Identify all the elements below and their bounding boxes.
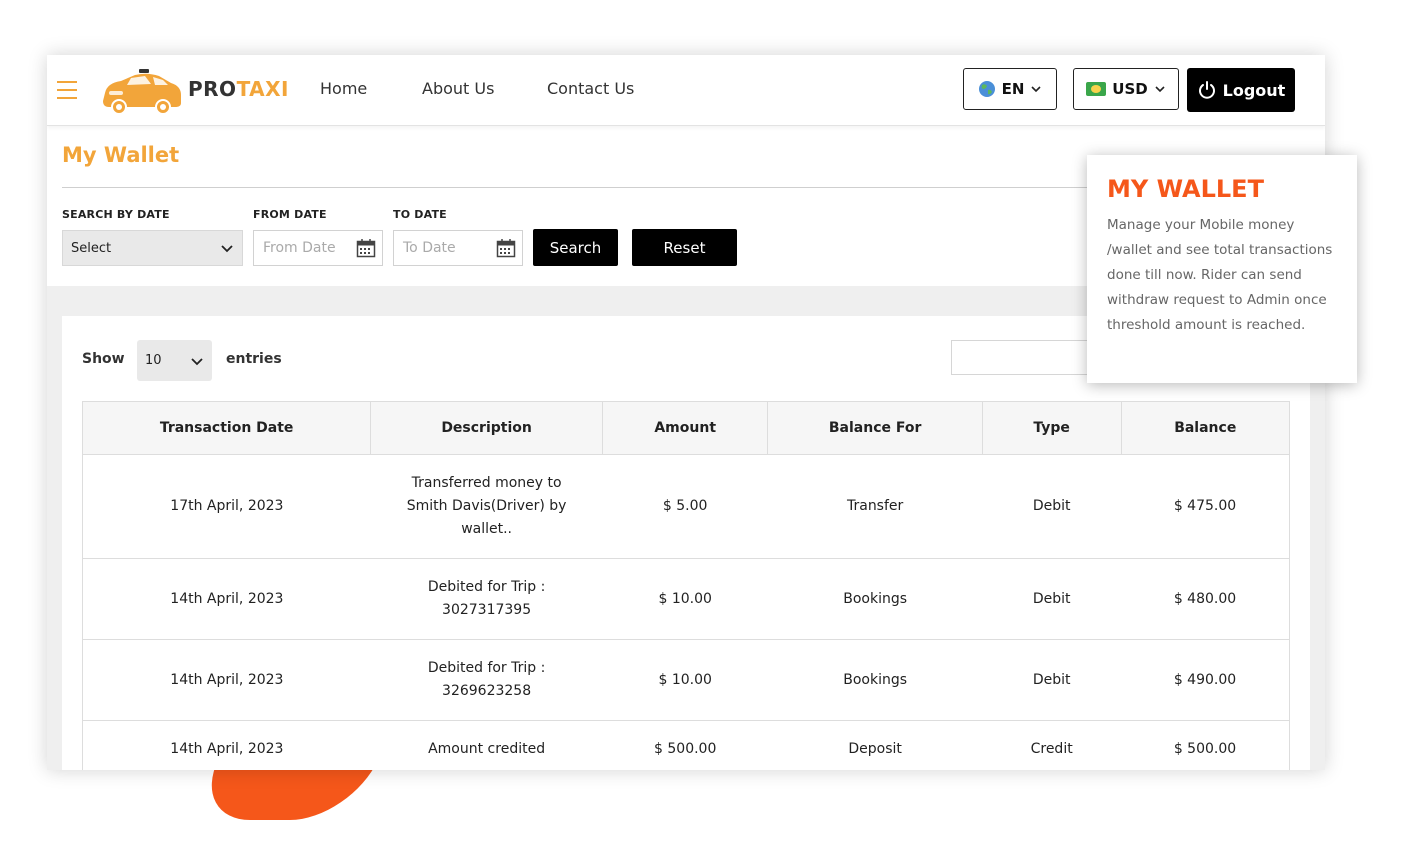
table-row: 14th April, 2023 Amount credited $ 500.0… [81,720,1290,770]
col-description[interactable]: Description [370,401,603,455]
entries-value: 10 [145,353,162,368]
to-date-label: TO DATE [393,208,447,221]
search-by-date-value: Select [71,240,112,256]
cell-balance-for: Bookings [767,558,983,640]
brand-part-1: PRO [188,77,237,101]
cell-date: 14th April, 2023 [81,558,371,640]
nav-home[interactable]: Home [320,79,367,98]
brand-part-2: TAXI [236,77,289,101]
cell-description: Transferred money to Smith Davis(Driver)… [370,454,603,559]
cell-balance: $ 475.00 [1121,454,1290,559]
table-header-row: Transaction Date Description Amount Bala… [81,401,1290,455]
cell-balance-for: Transfer [767,454,983,559]
search-by-date-select[interactable]: Select [62,230,243,266]
search-by-date-label: SEARCH BY DATE [62,208,170,221]
currency-value: USD [1112,80,1148,98]
calendar-icon[interactable] [496,238,516,258]
cell-description: Debited for Trip : 3027317395 [370,558,603,640]
calendar-icon[interactable] [356,238,376,258]
col-amount[interactable]: Amount [601,401,769,455]
nav-about-us[interactable]: About Us [422,79,494,98]
reset-button[interactable]: Reset [632,229,737,266]
cell-amount: $ 500.00 [602,720,768,770]
currency-dropdown[interactable]: USD [1073,68,1179,110]
top-navbar: PROTAXI Home About Us Contact Us EN USD [47,55,1325,126]
cell-date: 14th April, 2023 [81,720,371,770]
logout-label: Logout [1222,80,1286,100]
show-label: Show [82,351,125,367]
logout-button[interactable]: Logout [1187,68,1295,112]
language-value: EN [1001,80,1025,98]
power-icon [1198,81,1215,99]
language-dropdown[interactable]: EN [963,68,1057,110]
transactions-panel: Show 10 entries Transaction Date Descrip… [62,316,1310,770]
taxi-logo [103,69,181,115]
col-balance-for[interactable]: Balance For [767,401,983,455]
cell-type: Debit [982,454,1121,559]
chevron-down-icon [221,245,233,253]
chevron-down-icon [191,357,203,365]
cell-date: 14th April, 2023 [81,639,371,721]
cell-date: 17th April, 2023 [81,454,371,559]
cell-amount: $ 10.00 [602,639,768,721]
globe-icon [978,81,995,97]
to-date-placeholder: To Date [403,240,456,256]
callout-text: Manage your Mobile money /wallet and see… [1107,217,1333,333]
table-row: 17th April, 2023 Transferred money to Sm… [81,454,1290,559]
entries-per-page-select[interactable]: 10 [137,340,212,381]
cell-description: Amount credited [370,720,603,770]
cell-amount: $ 5.00 [602,454,768,559]
cell-type: Debit [982,558,1121,640]
chevron-down-icon [1155,86,1165,93]
chevron-down-icon [1031,86,1041,93]
table-row: 14th April, 2023 Debited for Trip : 3269… [81,639,1290,721]
entries-label: entries [226,351,282,367]
search-button[interactable]: Search [533,229,618,266]
col-type[interactable]: Type [981,401,1122,455]
feature-callout: MY WALLET Manage your Mobile money /wall… [1087,155,1357,383]
cell-type: Credit [982,720,1121,770]
transactions-table: Transaction Date Description Amount Bala… [81,401,1290,770]
table-row: 14th April, 2023 Debited for Trip : 3027… [81,558,1290,640]
callout-title: MY WALLET [1107,175,1264,203]
cell-description: Debited for Trip : 3269623258 [370,639,603,721]
cell-balance-for: Bookings [767,639,983,721]
from-date-placeholder: From Date [263,240,336,256]
cell-type: Debit [982,639,1121,721]
cell-balance: $ 480.00 [1121,558,1290,640]
page-title: My Wallet [62,143,180,167]
cell-amount: $ 10.00 [602,558,768,640]
from-date-input[interactable]: From Date [253,230,383,266]
to-date-input[interactable]: To Date [393,230,523,266]
col-transaction-date[interactable]: Transaction Date [81,401,372,455]
cell-balance-for: Deposit [767,720,983,770]
nav-contact-us[interactable]: Contact Us [547,79,634,98]
cell-balance: $ 500.00 [1121,720,1290,770]
cell-balance: $ 490.00 [1121,639,1290,721]
from-date-label: FROM DATE [253,208,327,221]
brand-name[interactable]: PROTAXI [188,77,289,101]
hamburger-icon[interactable] [57,81,77,99]
flag-icon [1086,82,1107,96]
col-balance[interactable]: Balance [1120,401,1290,455]
